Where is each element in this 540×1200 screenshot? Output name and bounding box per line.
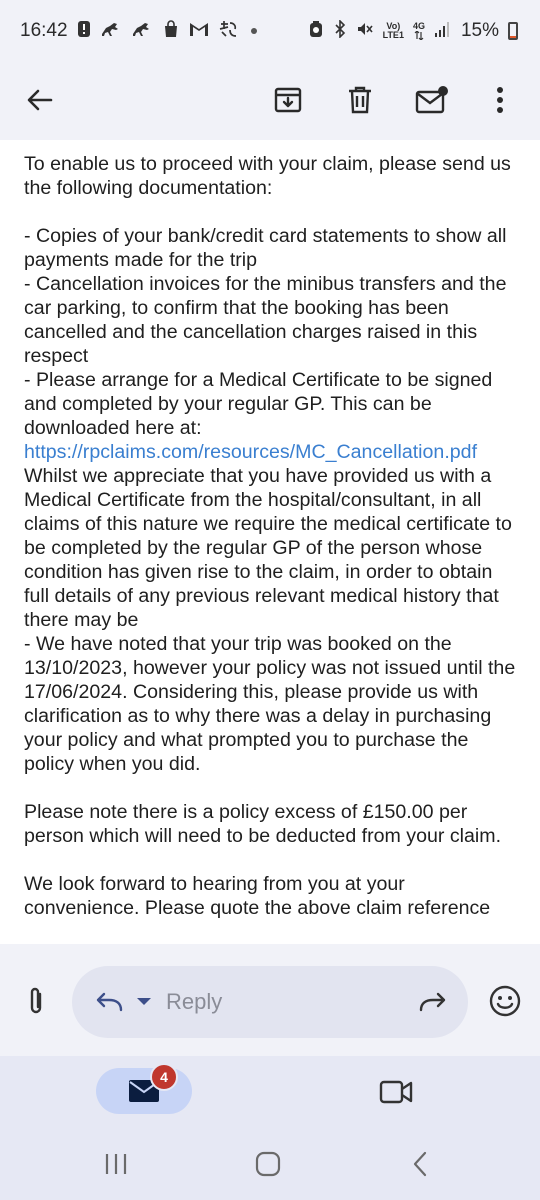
system-back-icon — [413, 1151, 427, 1177]
home-icon — [255, 1151, 281, 1177]
email-body: To enable us to proceed with your claim,… — [0, 140, 540, 944]
mark-unread-button[interactable] — [406, 74, 458, 126]
forward-button[interactable] — [418, 991, 448, 1013]
system-nav-bar — [0, 1128, 540, 1200]
mute-icon — [356, 20, 374, 42]
data-arrows-icon — [414, 31, 424, 40]
battery-percent: 15% — [460, 20, 499, 41]
email-excess-note: Please note there is a policy excess of … — [24, 801, 502, 847]
medical-text-after-link: Whilst we appreciate that you have provi… — [24, 465, 512, 631]
recent-apps-icon — [105, 1154, 127, 1174]
mail-unread-badge: 4 — [150, 1063, 178, 1091]
email-item-cancellation-invoices: - Cancellation invoices for the minibus … — [24, 273, 507, 367]
shopping-bag-icon — [162, 20, 180, 42]
status-time: 16:42 — [20, 20, 68, 41]
medical-certificate-link[interactable]: https://rpclaims.com/resources/MC_Cancel… — [24, 441, 477, 463]
chinese-char-icon — [218, 20, 238, 42]
reply-box[interactable]: Reply — [72, 966, 468, 1038]
archive-icon — [274, 87, 302, 113]
battery-icon — [508, 22, 518, 40]
horse-icon — [131, 20, 153, 42]
network-type-label: 4G — [412, 21, 425, 31]
alert-icon — [77, 20, 91, 42]
dropdown-icon — [137, 998, 151, 1005]
meet-video-icon — [379, 1080, 413, 1104]
dot-icon — [250, 28, 257, 34]
network-type: 4G — [413, 22, 425, 40]
signal-icon — [434, 20, 452, 42]
bluetooth-icon — [333, 19, 347, 42]
network-label: Vo) LTE1 — [383, 22, 404, 40]
reply-button[interactable] — [94, 991, 124, 1013]
email-text: To enable us to proceed with your claim,… — [0, 140, 540, 920]
status-right: Vo) LTE1 4G 15% — [308, 19, 518, 42]
battery-fill — [510, 35, 516, 38]
alarm-icon — [308, 20, 324, 42]
email-item-policy-delay: - We have noted that your trip was booke… — [24, 633, 516, 775]
status-bar: 16:42 Vo) LTE1 4G 15% — [0, 0, 540, 62]
reply-area: Reply — [0, 944, 540, 1056]
email-item-bank-statements: - Copies of your bank/credit card statem… — [24, 225, 507, 271]
nav-meet-tab[interactable] — [374, 1070, 418, 1114]
reply-placeholder: Reply — [166, 989, 223, 1014]
forward-icon — [419, 992, 446, 1012]
gmail-icon — [189, 21, 209, 41]
email-intro: To enable us to proceed with your claim,… — [24, 153, 511, 199]
attachment-icon — [30, 987, 42, 1014]
bottom-nav: 4 — [0, 1056, 540, 1128]
reply-options-dropdown[interactable] — [136, 997, 152, 1007]
email-toolbar — [0, 62, 540, 138]
more-options-button[interactable] — [474, 74, 526, 126]
status-left: 16:42 — [20, 20, 257, 42]
horse-icon — [100, 20, 122, 42]
back-button[interactable] — [14, 74, 66, 126]
email-closing: We look forward to hearing from you at y… — [24, 873, 491, 919]
medical-text-before-link: - Please arrange for a Medical Certifica… — [24, 369, 493, 439]
emoji-button[interactable] — [484, 980, 526, 1022]
emoji-icon — [489, 985, 521, 1017]
reply-icon — [96, 992, 123, 1012]
home-button[interactable] — [246, 1142, 290, 1186]
mark-unread-icon — [415, 86, 448, 114]
more-vert-icon — [497, 87, 503, 113]
network-bottom-label: LTE1 — [382, 30, 404, 40]
delete-icon — [349, 86, 371, 114]
email-item-medical-certificate: - Please arrange for a Medical Certifica… — [24, 368, 516, 632]
recent-apps-button[interactable] — [94, 1142, 138, 1186]
back-arrow-icon — [27, 89, 53, 111]
delete-button[interactable] — [334, 74, 386, 126]
archive-button[interactable] — [262, 74, 314, 126]
system-back-button[interactable] — [398, 1142, 442, 1186]
nav-mail-tab[interactable]: 4 — [96, 1063, 192, 1114]
attachment-button[interactable] — [14, 980, 58, 1024]
